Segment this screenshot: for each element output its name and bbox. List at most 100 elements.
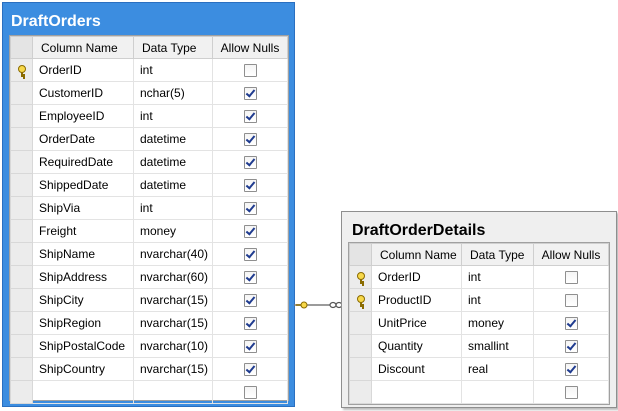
row-selector[interactable]	[10, 334, 33, 358]
column-name-cell[interactable]: ShipVia	[32, 196, 134, 220]
column-row[interactable]: Quantity smallint	[349, 334, 609, 358]
column-row[interactable]: ShipName nvarchar(40)	[10, 242, 288, 266]
row-selector[interactable]	[10, 357, 33, 381]
column-row[interactable]: RequiredDate datetime	[10, 150, 288, 174]
data-type-cell[interactable]: nvarchar(15)	[133, 288, 213, 312]
column-name-cell[interactable]: OrderDate	[32, 127, 134, 151]
row-selector[interactable]	[10, 173, 33, 197]
data-type-cell[interactable]: int	[461, 265, 534, 289]
row-selector[interactable]	[10, 219, 33, 243]
column-name-cell[interactable]: ShipCity	[32, 288, 134, 312]
column-row[interactable]: OrderID int	[10, 58, 288, 82]
data-type-cell[interactable]: nchar(5)	[133, 81, 213, 105]
allow-nulls-checkbox[interactable]	[564, 294, 578, 308]
allow-nulls-checkbox[interactable]	[243, 271, 257, 285]
column-name-cell[interactable]: Quantity	[371, 334, 462, 358]
column-name-cell[interactable]: CustomerID	[32, 81, 134, 105]
data-type-cell[interactable]	[461, 380, 534, 404]
column-row[interactable]: ShipVia int	[10, 196, 288, 220]
allow-nulls-checkbox[interactable]	[243, 340, 257, 354]
allow-nulls-checkbox[interactable]	[243, 225, 257, 239]
row-selector[interactable]	[10, 242, 33, 266]
column-name-cell[interactable]: OrderID	[371, 265, 462, 289]
allow-nulls-checkbox[interactable]	[243, 202, 257, 216]
column-row[interactable]: OrderID int	[349, 265, 609, 289]
row-selector[interactable]	[10, 104, 33, 128]
row-selector[interactable]	[10, 311, 33, 335]
column-row[interactable]: UnitPrice money	[349, 311, 609, 335]
column-row[interactable]: ShipCountry nvarchar(15)	[10, 357, 288, 381]
column-row[interactable]: ShippedDate datetime	[10, 173, 288, 197]
table-draftorderdetails[interactable]: DraftOrderDetails Column Name Data Type …	[341, 211, 617, 408]
data-type-cell[interactable]: money	[461, 311, 534, 335]
column-row[interactable]: ProductID int	[349, 288, 609, 312]
data-type-cell[interactable]: nvarchar(10)	[133, 334, 213, 358]
column-name-cell[interactable]: ShipRegion	[32, 311, 134, 335]
row-selector[interactable]	[10, 265, 33, 289]
data-type-cell[interactable]: int	[133, 104, 213, 128]
row-selector[interactable]	[349, 288, 372, 312]
column-name-cell[interactable]: ShipPostalCode	[32, 334, 134, 358]
data-type-cell[interactable]: nvarchar(40)	[133, 242, 213, 266]
allow-nulls-checkbox[interactable]	[243, 110, 257, 124]
column-row[interactable]: ShipCity nvarchar(15)	[10, 288, 288, 312]
column-grid[interactable]: Column Name Data Type Allow Nulls OrderI…	[348, 242, 610, 405]
allow-nulls-checkbox[interactable]	[243, 156, 257, 170]
column-row[interactable]: CustomerID nchar(5)	[10, 81, 288, 105]
column-row[interactable]: ShipAddress nvarchar(60)	[10, 265, 288, 289]
data-type-cell[interactable]: nvarchar(15)	[133, 357, 213, 381]
data-type-cell[interactable]: nvarchar(15)	[133, 311, 213, 335]
column-name-cell[interactable]	[32, 380, 134, 404]
allow-nulls-checkbox[interactable]	[564, 386, 578, 400]
allow-nulls-checkbox[interactable]	[243, 363, 257, 377]
column-name-cell[interactable]: UnitPrice	[371, 311, 462, 335]
column-name-cell[interactable]: OrderID	[32, 58, 134, 82]
table-title[interactable]: DraftOrderDetails	[352, 222, 616, 240]
data-type-cell[interactable]: datetime	[133, 127, 213, 151]
row-selector[interactable]	[10, 81, 33, 105]
column-row[interactable]	[349, 380, 609, 404]
column-row[interactable]: OrderDate datetime	[10, 127, 288, 151]
column-name-cell[interactable]	[371, 380, 462, 404]
data-type-cell[interactable]: int	[133, 58, 213, 82]
column-row[interactable]: ShipRegion nvarchar(15)	[10, 311, 288, 335]
allow-nulls-checkbox[interactable]	[243, 248, 257, 262]
column-row[interactable]: EmployeeID int	[10, 104, 288, 128]
column-row[interactable]	[10, 380, 288, 404]
allow-nulls-checkbox[interactable]	[564, 340, 578, 354]
row-selector[interactable]	[349, 357, 372, 381]
column-row[interactable]: Discount real	[349, 357, 609, 381]
row-selector[interactable]	[349, 380, 372, 404]
row-selector[interactable]	[10, 127, 33, 151]
data-type-cell[interactable]: datetime	[133, 173, 213, 197]
table-draftorders[interactable]: DraftOrders Column Name Data Type Allow …	[2, 2, 295, 407]
column-name-cell[interactable]: ShipName	[32, 242, 134, 266]
data-type-cell[interactable]	[133, 380, 213, 404]
column-name-cell[interactable]: ShippedDate	[32, 173, 134, 197]
data-type-cell[interactable]: nvarchar(60)	[133, 265, 213, 289]
row-selector[interactable]	[349, 334, 372, 358]
allow-nulls-checkbox[interactable]	[243, 179, 257, 193]
allow-nulls-checkbox[interactable]	[243, 317, 257, 331]
row-selector[interactable]	[10, 196, 33, 220]
row-selector[interactable]	[10, 58, 33, 82]
column-name-cell[interactable]: ShipCountry	[32, 357, 134, 381]
allow-nulls-checkbox[interactable]	[243, 133, 257, 147]
column-row[interactable]: Freight money	[10, 219, 288, 243]
allow-nulls-checkbox[interactable]	[243, 294, 257, 308]
data-type-cell[interactable]: int	[133, 196, 213, 220]
allow-nulls-checkbox[interactable]	[564, 363, 578, 377]
allow-nulls-checkbox[interactable]	[564, 271, 578, 285]
row-selector[interactable]	[10, 288, 33, 312]
data-type-cell[interactable]: datetime	[133, 150, 213, 174]
data-type-cell[interactable]: int	[461, 288, 534, 312]
allow-nulls-checkbox[interactable]	[243, 64, 257, 78]
column-name-cell[interactable]: Freight	[32, 219, 134, 243]
data-type-cell[interactable]: real	[461, 357, 534, 381]
table-title[interactable]: DraftOrders	[11, 13, 294, 31]
allow-nulls-checkbox[interactable]	[243, 87, 257, 101]
column-row[interactable]: ShipPostalCode nvarchar(10)	[10, 334, 288, 358]
column-grid[interactable]: Column Name Data Type Allow Nulls OrderI…	[9, 35, 289, 404]
row-selector[interactable]	[10, 380, 33, 404]
data-type-cell[interactable]: smallint	[461, 334, 534, 358]
